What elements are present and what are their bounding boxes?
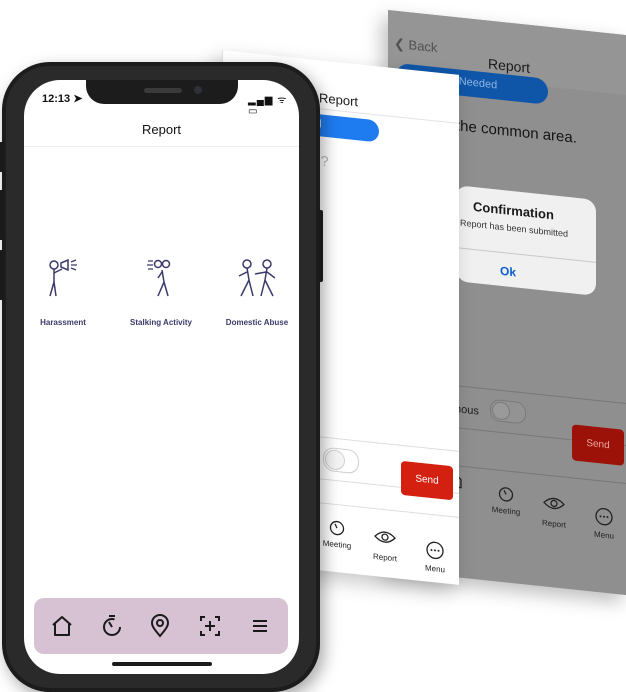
report-message: the common area. bbox=[456, 117, 577, 147]
tab-bar bbox=[34, 598, 288, 654]
eye-icon[interactable] bbox=[534, 493, 574, 518]
harassment-label: Harassment bbox=[40, 318, 86, 327]
volume-down-button bbox=[0, 250, 4, 300]
screen-title: Report bbox=[319, 90, 359, 110]
tab-report-label: Report bbox=[541, 518, 566, 530]
domestic-abuse-icon[interactable] bbox=[212, 258, 299, 298]
tab-report-label: Report bbox=[372, 551, 397, 564]
nav-divider bbox=[24, 146, 299, 147]
add-icon[interactable] bbox=[196, 612, 224, 640]
status-time: 12:13 ➤ bbox=[42, 92, 82, 105]
power-button bbox=[318, 210, 323, 282]
notch bbox=[86, 80, 238, 104]
domestic-abuse-label: Domestic Abuse bbox=[225, 318, 289, 327]
status-time-text: 12:13 bbox=[42, 93, 71, 105]
location-icon[interactable] bbox=[146, 612, 174, 640]
anonymous-toggle[interactable] bbox=[490, 398, 526, 425]
speaker bbox=[144, 88, 182, 93]
phone-screen: 12:13 ➤ ▂▄▆ ᯤ ▭ Report Harassment Stalki bbox=[24, 80, 299, 674]
phone-frame: 12:13 ➤ ▂▄▆ ᯤ ▭ Report Harassment Stalki bbox=[0, 62, 323, 692]
status-icons: ▂▄▆ ᯤ ▭ bbox=[248, 95, 288, 117]
home-indicator bbox=[112, 662, 212, 666]
send-button[interactable]: Send bbox=[572, 424, 624, 466]
ok-button[interactable]: Ok bbox=[500, 264, 516, 280]
harassment-icon[interactable] bbox=[24, 258, 108, 298]
eye-icon[interactable] bbox=[365, 527, 405, 552]
menu-icon[interactable] bbox=[246, 612, 274, 640]
timer-icon[interactable] bbox=[98, 612, 126, 640]
camera bbox=[194, 86, 202, 94]
home-icon[interactable] bbox=[48, 612, 76, 640]
stalking-activity-label: Stalking Activity bbox=[130, 318, 192, 327]
anonymous-toggle[interactable] bbox=[323, 446, 359, 475]
location-arrow-icon: ➤ bbox=[73, 93, 83, 105]
chevron-left-icon: ❮ bbox=[394, 35, 405, 52]
volume-up-button bbox=[0, 190, 4, 240]
page-title: Report bbox=[141, 122, 182, 137]
back-label: Back bbox=[408, 37, 438, 56]
send-button[interactable]: Send bbox=[401, 460, 453, 501]
mute-switch bbox=[0, 142, 4, 172]
stalking-icon[interactable] bbox=[116, 258, 206, 298]
